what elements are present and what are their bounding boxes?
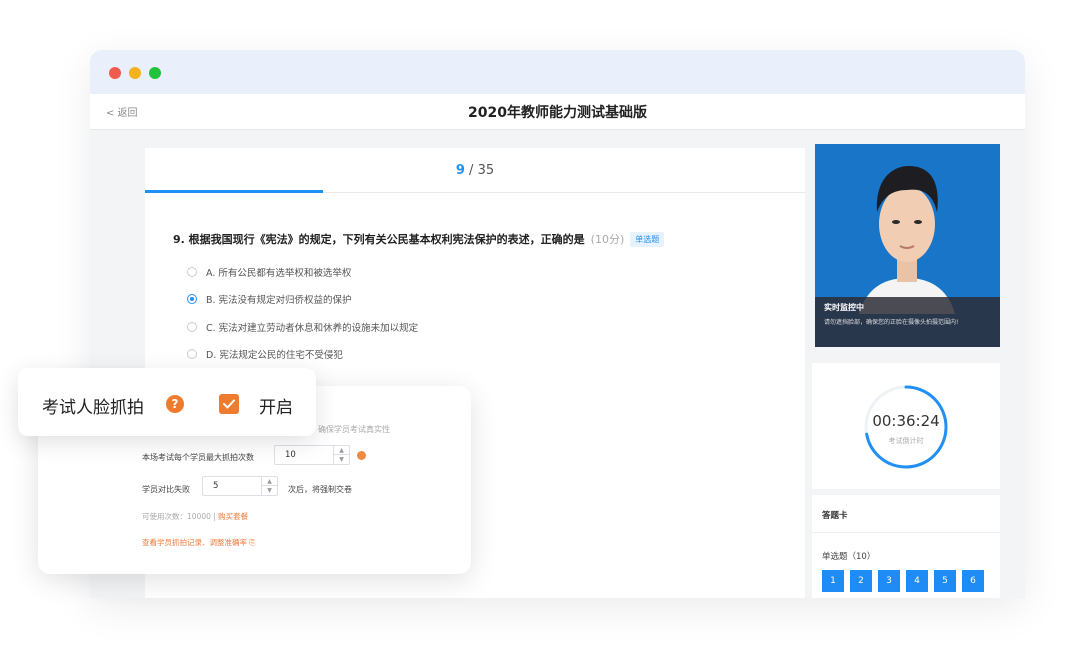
progress-bar [145, 190, 324, 193]
option-c-label: C. 宪法对建立劳动者休息和休养的设施未加以规定 [206, 323, 419, 334]
question-progress: 9 / 35 [145, 148, 805, 193]
answer-card-section-label: 单选题（10） [822, 552, 876, 562]
answer-card-panel: 答题卡 单选题（10） 1 2 3 4 5 6 [812, 495, 1000, 598]
fail-count-stepper[interactable]: 5 ▲ ▼ [202, 476, 278, 496]
option-c-radio[interactable] [187, 322, 197, 332]
fail-count-value[interactable]: 5 [213, 481, 218, 491]
answer-card-question-4[interactable]: 4 [906, 570, 928, 592]
answer-card-question-3[interactable]: 3 [878, 570, 900, 592]
option-d-radio[interactable] [187, 349, 197, 359]
max-capture-arrows[interactable]: ▲ ▼ [333, 446, 349, 464]
max-capture-label: 本场考试每个学员最大抓拍次数 [142, 453, 254, 462]
face-capture-toggle-text: 开启 [259, 398, 293, 418]
answer-card-question-5[interactable]: 5 [934, 570, 956, 592]
option-d[interactable]: D. 宪法规定公民的住宅不受侵犯 [187, 347, 343, 361]
max-capture-value[interactable]: 10 [285, 450, 296, 460]
minimize-window-dot[interactable] [129, 67, 141, 79]
fail-count-label: 学员对比失败 [142, 485, 190, 494]
camera-status-overlay: 实时监控中 请勿遮挡脸部，确保您的正脸在摄像头拍摄范围内! [815, 297, 1000, 347]
chevron-up-icon[interactable]: ▲ [262, 477, 277, 486]
option-b-radio[interactable] [187, 294, 197, 304]
student-face-image [859, 166, 955, 314]
answer-card-title: 答题卡 [822, 511, 848, 521]
window-titlebar [90, 50, 1025, 94]
help-icon[interactable]: ? [166, 395, 184, 413]
question-stem: 9. 根据我国现行《宪法》的规定，下列有关公民基本权利宪法保护的表述，正确的是 [173, 233, 585, 246]
camera-status-description: 请勿遮挡脸部，确保您的正脸在摄像头拍摄范围内! [824, 319, 959, 326]
question-type-tag: 单选题 [630, 232, 665, 247]
option-a-label: A. 所有公民都有选举权和被选举权 [206, 268, 352, 279]
option-a-radio[interactable] [187, 267, 197, 277]
checkmark-icon [223, 399, 235, 409]
answer-card-divider [812, 532, 1000, 533]
available-count-text: 可使用次数：10000 | [142, 512, 216, 521]
max-capture-stepper[interactable]: 10 ▲ ▼ [274, 445, 350, 465]
timer-panel: 00:36:24 考试倒计时 [812, 363, 1000, 489]
camera-monitor: 实时监控中 请勿遮挡脸部，确保您的正脸在摄像头拍摄范围内! [815, 144, 1000, 347]
face-capture-toggle-card: 考试人脸抓拍 ? 开启 [18, 368, 316, 436]
total-question-count: 35 [477, 163, 495, 178]
chevron-down-icon[interactable]: ▼ [262, 486, 277, 495]
current-question-number: 9 [455, 163, 465, 178]
maximize-window-dot[interactable] [149, 67, 161, 79]
fail-count-arrows[interactable]: ▲ ▼ [261, 477, 277, 495]
countdown-value: 00:36:24 [872, 412, 940, 430]
settings-hint: 确保学员考试真实性 [318, 425, 390, 434]
buy-package-link[interactable]: 购买套餐 [218, 512, 248, 521]
camera-status-title: 实时监控中 [824, 303, 864, 312]
question-text: 9. 根据我国现行《宪法》的规定，下列有关公民基本权利宪法保护的表述，正确的是 (… [173, 231, 665, 247]
answer-card-question-2[interactable]: 2 [850, 570, 872, 592]
question-score: (10分) [590, 233, 625, 246]
answer-card-question-1[interactable]: 1 [822, 570, 844, 592]
option-a[interactable]: A. 所有公民都有选举权和被选举权 [187, 265, 351, 279]
option-b-label: B. 宪法没有规定对归侨权益的保护 [206, 295, 352, 306]
option-d-label: D. 宪法规定公民的住宅不受侵犯 [206, 350, 343, 361]
answer-card-question-6[interactable]: 6 [962, 570, 984, 592]
option-c[interactable]: C. 宪法对建立劳动者休息和休养的设施未加以规定 [187, 320, 418, 334]
available-count: 可使用次数：10000 | 购买套餐 [142, 511, 248, 522]
chevron-up-icon[interactable]: ▲ [334, 446, 349, 455]
view-capture-records-link[interactable]: 查看学员抓拍记录、调整准确率 ⎘ [142, 537, 255, 548]
face-capture-label: 考试人脸抓拍 [42, 398, 144, 418]
fail-count-suffix: 次后，将强制交卷 [288, 485, 352, 494]
page-title: 2020年教师能力测试基础版 [468, 105, 647, 121]
countdown-label: 考试倒计时 [888, 437, 924, 445]
close-window-dot[interactable] [109, 67, 121, 79]
progress-separator: / [464, 163, 478, 178]
option-b[interactable]: B. 宪法没有规定对归侨权益的保护 [187, 292, 352, 306]
chevron-down-icon[interactable]: ▼ [334, 455, 349, 464]
face-capture-checkbox[interactable] [219, 394, 239, 414]
info-icon[interactable] [357, 451, 366, 460]
app-header: < 返回 2020年教师能力测试基础版 [90, 94, 1025, 130]
